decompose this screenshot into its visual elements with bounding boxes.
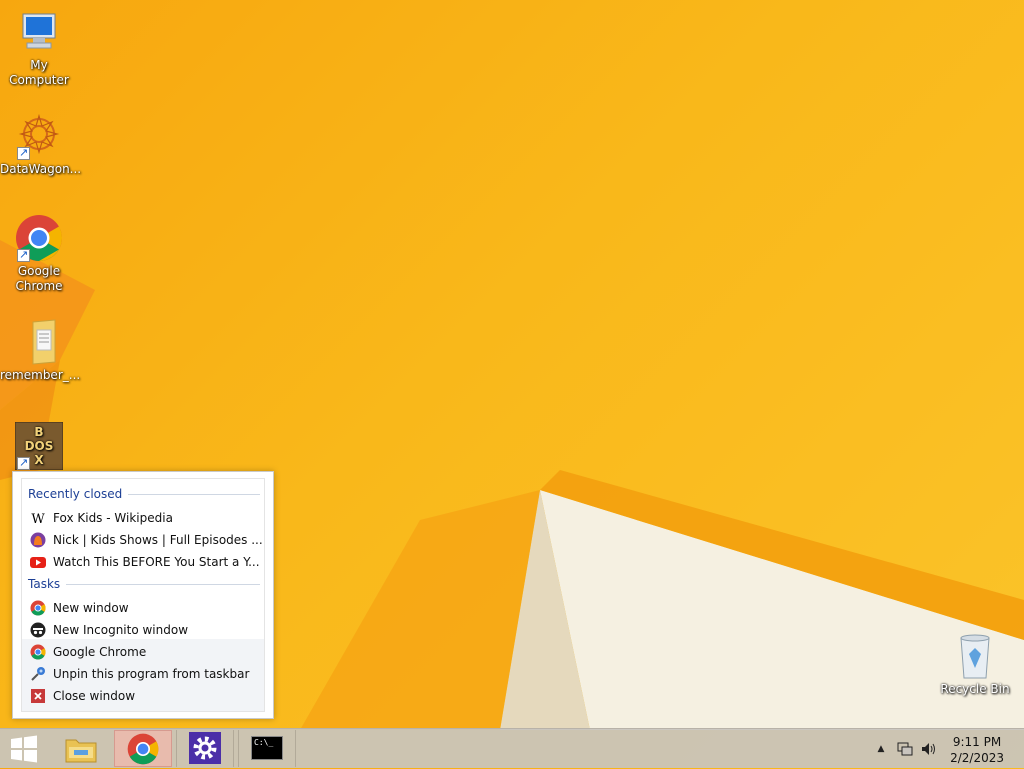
app-action-label: Close window — [53, 689, 136, 703]
recent-item-label: Fox Kids - Wikipedia — [53, 511, 173, 525]
svg-text:W: W — [31, 512, 45, 526]
chrome-jump-list: Recently closed W Fox Kids - Wikipedia N… — [12, 471, 274, 719]
desktop-icon-label: Google Chrome — [15, 264, 63, 293]
recent-item-youtube[interactable]: Watch This BEFORE You Start a Y... — [22, 551, 264, 573]
taskbar-clock[interactable]: 9:11 PM 2/2/2023 — [950, 734, 1004, 766]
unpin-icon — [30, 666, 46, 682]
network-icon[interactable] — [896, 741, 914, 757]
recent-item-fox-kids[interactable]: W Fox Kids - Wikipedia — [22, 507, 264, 529]
task-new-incognito-window[interactable]: New Incognito window — [22, 619, 264, 641]
svg-text:DOS: DOS — [25, 439, 54, 453]
desktop-icon-label: DataWagon... — [0, 162, 82, 176]
chrome-icon — [30, 600, 46, 616]
task-new-window[interactable]: New window — [22, 597, 264, 619]
windows-logo-icon — [11, 735, 37, 763]
folder-icon — [15, 318, 63, 366]
app-action-unpin[interactable]: Unpin this program from taskbar — [22, 663, 264, 685]
cmd-icon: C:\_ — [251, 736, 283, 760]
desktop-icon-google-chrome[interactable]: Google Chrome — [0, 214, 78, 294]
recently-closed-header: Recently closed — [28, 485, 260, 503]
taskbar-file-explorer[interactable] — [52, 730, 110, 767]
desktop-icon-remember[interactable]: remember_... — [0, 318, 81, 383]
recent-item-label: Watch This BEFORE You Start a Y... — [53, 555, 260, 569]
desktop-icon-datawagon[interactable]: DataWagon... — [0, 112, 82, 177]
incognito-icon — [30, 622, 46, 638]
recycle-bin-icon — [951, 632, 999, 680]
desktop-icon-my-computer[interactable]: My Computer — [0, 8, 78, 88]
svg-text:B: B — [34, 425, 43, 439]
chrome-icon — [15, 214, 63, 262]
volume-icon[interactable] — [920, 741, 938, 757]
desktop-icon-label: remember_... — [0, 368, 81, 382]
datawagon-icon — [15, 112, 63, 160]
desktop-icon-label: Recycle Bin — [940, 682, 1010, 696]
dosbox-icon: B DOS X — [14, 421, 64, 471]
clock-date: 2/2/2023 — [950, 751, 1004, 765]
tasks-header: Tasks — [28, 575, 260, 593]
recent-item-label: Nick | Kids Shows | Full Episodes ... — [53, 533, 263, 547]
taskbar-command-prompt[interactable]: C:\_ — [238, 730, 296, 767]
system-tray: ▲ — [872, 729, 938, 769]
recent-item-nick[interactable]: Nick | Kids Shows | Full Episodes ... — [22, 529, 264, 551]
cmd-icon-text: C:\_ — [254, 738, 274, 747]
clock-time: 9:11 PM — [952, 735, 1002, 749]
shortcut-arrow-icon — [17, 145, 30, 160]
close-icon — [30, 688, 46, 704]
app-action-google-chrome[interactable]: Google Chrome — [22, 641, 264, 663]
youtube-icon — [30, 554, 46, 570]
nick-icon — [30, 532, 46, 548]
show-hidden-icons-button[interactable]: ▲ — [872, 744, 890, 754]
shortcut-arrow-icon — [17, 455, 30, 470]
start-button[interactable] — [0, 730, 48, 767]
app-action-label: Google Chrome — [53, 645, 147, 659]
svg-text:X: X — [34, 453, 44, 467]
desktop-icon-label: My Computer — [9, 58, 69, 87]
taskbar-chrome[interactable] — [114, 730, 172, 767]
computer-icon — [15, 8, 63, 56]
app-action-label: Unpin this program from taskbar — [53, 667, 250, 681]
folder-icon — [65, 739, 97, 763]
desktop-icon-dosbox[interactable]: B DOS X — [0, 421, 78, 472]
task-label: New Incognito window — [53, 623, 189, 637]
chrome-icon — [30, 644, 46, 660]
task-label: New window — [53, 601, 129, 615]
chrome-icon — [127, 733, 159, 765]
desktop-icon-recycle-bin[interactable]: Recycle Bin — [936, 632, 1014, 697]
gear-icon — [189, 732, 221, 764]
shortcut-arrow-icon — [17, 247, 30, 262]
taskbar-settings[interactable] — [176, 730, 234, 767]
app-action-close-window[interactable]: Close window — [22, 685, 264, 707]
wikipedia-icon: W — [30, 510, 46, 527]
taskbar: C:\_ ▲ 9:11 PM 2/2/2023 — [0, 728, 1024, 768]
